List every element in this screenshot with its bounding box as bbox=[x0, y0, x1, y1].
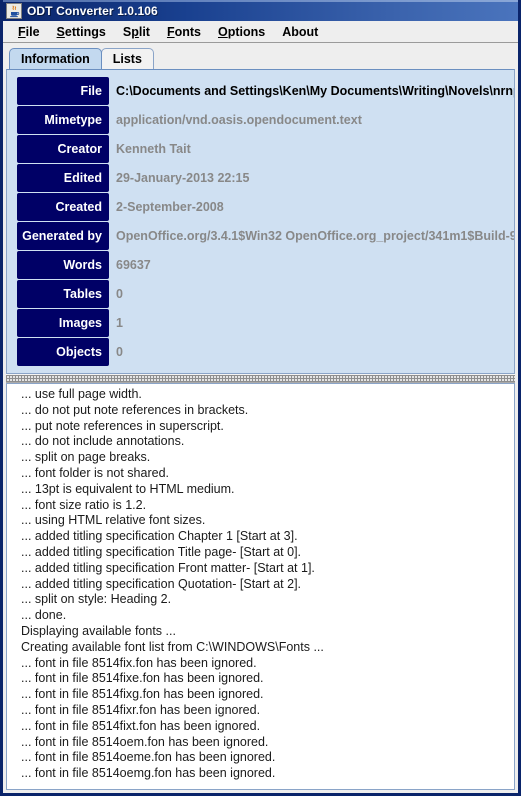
tab-strip: Information Lists bbox=[6, 47, 515, 69]
menu-mnemonic: S bbox=[56, 24, 65, 39]
tab-information[interactable]: Information bbox=[9, 48, 102, 69]
log-line: ... put note references in superscript. bbox=[21, 418, 224, 433]
info-row: Tables 0 bbox=[7, 280, 514, 308]
info-row: Edited 29-January-2013 22:15 bbox=[7, 164, 514, 192]
info-row-label: File bbox=[17, 77, 109, 105]
info-row-value: 29-January-2013 22:15 bbox=[116, 171, 250, 185]
info-row: File C:\Documents and Settings\Ken\My Doc… bbox=[7, 77, 514, 105]
menu-item-about[interactable]: About bbox=[274, 24, 327, 40]
info-row-label: Mimetype bbox=[17, 106, 109, 134]
log-line: ... added titling specification Title pa… bbox=[21, 544, 302, 559]
log-line: ... font in file 8514fixr.fon has been i… bbox=[21, 702, 261, 717]
log-line: ... do not include annotations. bbox=[21, 434, 185, 449]
info-row-label: Images bbox=[17, 309, 109, 337]
info-row-value: Kenneth Tait bbox=[116, 142, 191, 156]
info-row-value: 1 bbox=[116, 316, 123, 330]
split-pane: File C:\Documents and Settings\Ken\My Doc… bbox=[6, 69, 515, 790]
info-row-label: Edited bbox=[17, 164, 109, 192]
java-coffee-cup-icon bbox=[6, 2, 22, 19]
menu-item-options[interactable]: Options bbox=[210, 24, 274, 40]
log-line: ... font in file 8514oem.fon has been ig… bbox=[21, 734, 269, 749]
info-row-label: Tables bbox=[17, 280, 109, 308]
log-line: ... use full page width. bbox=[21, 387, 142, 401]
window-title: ODT Converter 1.0.106 bbox=[27, 3, 158, 18]
split-pane-divider[interactable] bbox=[6, 374, 515, 383]
log-line: ... font in file 8514oemg.fon has been i… bbox=[21, 766, 276, 781]
log-line: ... font folder is not shared. bbox=[21, 465, 169, 480]
log-line: ... font in file 8514fixe.fon has been i… bbox=[21, 671, 264, 686]
log-line: ... done. bbox=[21, 608, 67, 623]
info-row-label: Objects bbox=[17, 338, 109, 366]
tab-lists[interactable]: Lists bbox=[100, 48, 154, 69]
info-row-value: 0 bbox=[116, 345, 123, 359]
info-row-label: Generated by bbox=[17, 222, 109, 250]
info-row: Images 1 bbox=[7, 309, 514, 337]
info-row: Mimetype application/vnd.oasis.opendocume… bbox=[7, 106, 514, 134]
log-line: ... font in file 8514oeme.fon has been i… bbox=[21, 750, 276, 765]
menu-item-file[interactable]: File bbox=[10, 24, 49, 40]
menu-item-fonts[interactable]: Fonts bbox=[159, 24, 210, 40]
info-row-value: C:\Documents and Settings\Ken\My Documen… bbox=[116, 84, 514, 98]
log-line: ... do not put note references in bracke… bbox=[21, 402, 249, 417]
log-line: ... added titling specification Quotatio… bbox=[21, 576, 302, 591]
log-output-panel[interactable]: ... use full page width.... do not put n… bbox=[6, 383, 515, 790]
info-row: Creator Kenneth Tait bbox=[7, 135, 514, 163]
log-line: ... font in file 8514fix.fon has been ig… bbox=[21, 655, 257, 670]
log-line: ... font in file 8514fixt.fon has been i… bbox=[21, 718, 261, 733]
menu-item-settings[interactable]: Settings bbox=[49, 24, 115, 40]
info-row: Created 2-September-2008 bbox=[7, 193, 514, 221]
log-line: ... split on page breaks. bbox=[21, 450, 151, 465]
info-row-value: 69637 bbox=[116, 258, 151, 272]
application-window: ODT Converter 1.0.106 File Settings Spli… bbox=[0, 0, 521, 796]
menu-mnemonic: O bbox=[218, 24, 228, 39]
log-line: ... using HTML relative font sizes. bbox=[21, 513, 206, 528]
info-row: Words 69637 bbox=[7, 251, 514, 279]
log-line: ... added titling specification Front ma… bbox=[21, 560, 315, 575]
title-bar: ODT Converter 1.0.106 bbox=[3, 0, 518, 21]
log-line: ... font size ratio is 1.2. bbox=[21, 497, 147, 512]
info-row-value: 0 bbox=[116, 287, 123, 301]
information-panel: File C:\Documents and Settings\Ken\My Doc… bbox=[6, 69, 515, 374]
info-row-value: OpenOffice.org/3.4.1$Win32 OpenOffice.or… bbox=[116, 229, 514, 243]
info-row: Objects 0 bbox=[7, 338, 514, 366]
log-line: Displaying available fonts ... bbox=[21, 623, 176, 638]
info-row-label: Creator bbox=[17, 135, 109, 163]
info-row-value: 2-September-2008 bbox=[116, 200, 224, 214]
content-area: Information Lists File C:\Documents and S… bbox=[3, 43, 518, 793]
log-line: ... font in file 8514fixg.fon has been i… bbox=[21, 687, 264, 702]
log-line: Creating available font list from C:\WIN… bbox=[21, 639, 324, 654]
log-line: ... added titling specification Chapter … bbox=[21, 529, 298, 544]
info-row-value: application/vnd.oasis.opendocument.text bbox=[116, 113, 362, 127]
log-line: ... 13pt is equivalent to HTML medium. bbox=[21, 481, 235, 496]
menu-mnemonic: p bbox=[131, 24, 139, 39]
log-line: ... split on style: Heading 2. bbox=[21, 592, 172, 607]
menu-mnemonic: F bbox=[166, 24, 175, 39]
info-row: Generated by OpenOffice.org/3.4.1$Win32 O… bbox=[7, 222, 514, 250]
info-row-label: Words bbox=[17, 251, 109, 279]
menu-mnemonic: F bbox=[18, 24, 26, 39]
info-row-label: Created bbox=[17, 193, 109, 221]
menu-bar: File Settings Split Fonts Options About bbox=[3, 21, 518, 43]
menu-item-split[interactable]: Split bbox=[115, 24, 159, 40]
